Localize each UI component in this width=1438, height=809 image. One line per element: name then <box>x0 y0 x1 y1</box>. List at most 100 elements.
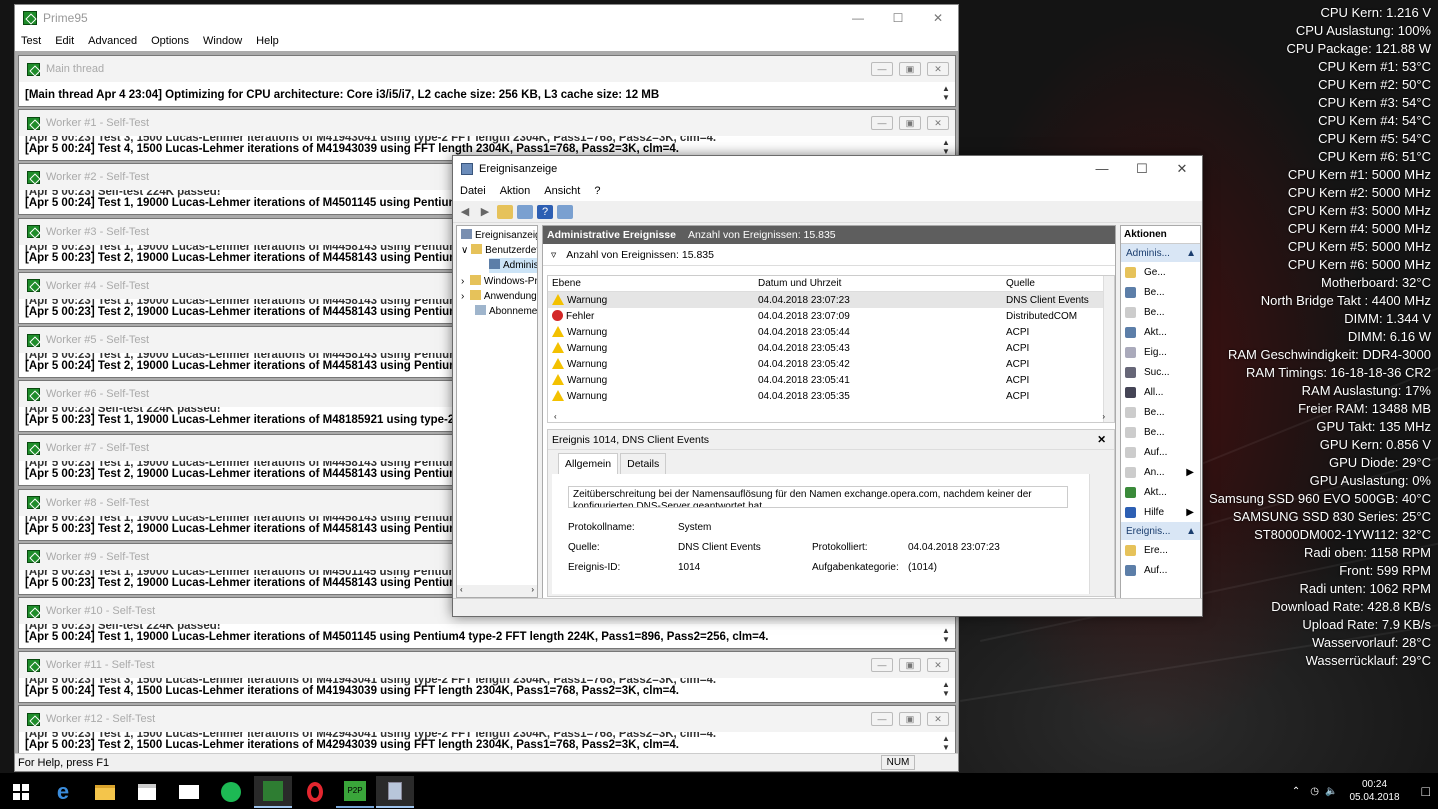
action-item[interactable]: An... ▶ <box>1121 462 1200 482</box>
event-row[interactable]: Warnung 04.04.2018 23:05:43 ACPI <box>548 340 1114 356</box>
worker-window[interactable]: Worker #1 - Self-Test — ▣ ✕ [Apr 5 00:23] Te… <box>18 109 956 162</box>
action-item[interactable]: Ge... <box>1121 262 1200 282</box>
file-explorer-icon[interactable] <box>86 776 124 808</box>
action-item[interactable]: Suc... <box>1121 362 1200 382</box>
action-item[interactable]: Hilfe ▶ <box>1121 502 1200 522</box>
log-scroll-arrows[interactable]: ▲▼ <box>941 138 951 156</box>
forward-icon[interactable]: ▶ <box>477 205 493 219</box>
event-row[interactable]: Warnung 04.04.2018 23:07:23 DNS Client Eve… <box>548 292 1114 308</box>
worker-titlebar[interactable]: Worker #12 - Self-Test — ▣ ✕ <box>19 706 955 733</box>
action-item[interactable]: Auf... <box>1121 560 1200 580</box>
grid-hscrollbar[interactable]: ‹ › <box>552 412 1107 422</box>
prime95-taskbar-icon[interactable] <box>254 776 292 808</box>
menu-help[interactable]: Help <box>256 35 279 47</box>
event-row[interactable]: Warnung 04.04.2018 23:05:44 ACPI <box>548 324 1114 340</box>
action-item[interactable]: Be... <box>1121 302 1200 322</box>
minimize-button[interactable]: — <box>1082 161 1122 177</box>
maximize-button[interactable]: ☐ <box>878 11 918 25</box>
menu-options[interactable]: Options <box>151 35 189 47</box>
menu-ansicht[interactable]: Ansicht <box>544 185 580 197</box>
event-row[interactable]: Warnung 04.04.2018 23:05:35 ACPI <box>548 388 1114 404</box>
log-scroll-arrows[interactable]: ▲▼ <box>941 626 951 644</box>
maximize-button[interactable]: ☐ <box>1122 161 1162 177</box>
detail-vscrollbar[interactable] <box>1089 474 1100 594</box>
actions-section-event[interactable]: Ereignis... ▲ <box>1121 522 1200 540</box>
col-level[interactable]: Ebene <box>548 278 758 289</box>
minimize-button[interactable]: — <box>871 658 893 673</box>
close-button[interactable]: ✕ <box>1162 161 1202 177</box>
tree-subscriptions[interactable]: Abonnements <box>475 304 537 319</box>
menu-datei[interactable]: Datei <box>460 185 486 197</box>
tree-hscrollbar[interactable]: ‹ › <box>457 585 537 597</box>
edge-icon[interactable]: e <box>44 776 82 808</box>
tree-root[interactable]: Ereignisanzeige (Lokal) <box>461 228 537 243</box>
action-item[interactable]: Auf... <box>1121 442 1200 462</box>
event-viewer-window[interactable]: Ereignisanzeige — ☐ ✕ Datei Aktion Ansic… <box>452 155 1203 617</box>
event-viewer-taskbar-icon[interactable] <box>376 776 414 808</box>
minimize-button[interactable]: — <box>871 116 893 131</box>
menu-test[interactable]: Test <box>21 35 41 47</box>
tab-details[interactable]: Details <box>620 453 667 474</box>
menu-window[interactable]: Window <box>203 35 242 47</box>
restore-button[interactable]: ▣ <box>899 116 921 131</box>
actions-section-admin[interactable]: Adminis... ▲ <box>1121 244 1200 262</box>
show-pane-icon[interactable] <box>557 204 573 219</box>
tree-admin-events[interactable]: Administrative Ereignisse <box>489 258 537 273</box>
event-row[interactable]: Warnung 04.04.2018 23:05:42 ACPI <box>548 356 1114 372</box>
event-viewer-titlebar[interactable]: Ereignisanzeige — ☐ ✕ <box>453 156 1202 181</box>
action-item[interactable]: All... <box>1121 382 1200 402</box>
menu-edit[interactable]: Edit <box>55 35 74 47</box>
store-icon[interactable] <box>128 776 166 808</box>
tree-custom-views[interactable]: ∨ Benutzerdefinierte Ansichten <box>461 243 537 258</box>
help-icon[interactable]: ? <box>537 204 553 219</box>
action-item[interactable]: Ere... <box>1121 540 1200 560</box>
event-message[interactable]: Zeitüberschreitung bei der Namensauflösu… <box>568 486 1068 508</box>
chevron-up-icon[interactable]: ⌃ <box>1292 786 1300 797</box>
p2p-icon[interactable]: P2P <box>336 776 374 808</box>
action-item[interactable]: Akt... <box>1121 322 1200 342</box>
restore-button[interactable]: ▣ <box>899 658 921 673</box>
menu-advanced[interactable]: Advanced <box>88 35 137 47</box>
worker-window[interactable]: Main thread — ▣ ✕ [Main thread Apr 4 23:04] … <box>18 55 956 107</box>
tree-app-logs[interactable]: › Anwendungs- und Dienstprotokolle <box>461 289 537 304</box>
action-item[interactable]: Be... <box>1121 422 1200 442</box>
console-tree-icon[interactable] <box>517 204 533 219</box>
prime95-titlebar[interactable]: Prime95 — ☐ ✕ <box>15 5 958 31</box>
worker-log[interactable]: [Main thread Apr 4 23:04] Optimizing for… <box>19 82 955 106</box>
event-row[interactable]: Fehler 04.04.2018 23:07:09 DistributedCOM <box>548 308 1114 324</box>
network-icon[interactable]: ◷ <box>1310 786 1319 797</box>
action-item[interactable]: Be... <box>1121 282 1200 302</box>
start-button[interactable] <box>2 776 40 808</box>
minimize-button[interactable]: — <box>838 11 878 25</box>
col-date[interactable]: Datum und Uhrzeit <box>758 278 1006 289</box>
action-item[interactable]: Akt... <box>1121 482 1200 502</box>
close-button[interactable]: ✕ <box>918 11 958 25</box>
clock[interactable]: 00:24 05.04.2018 <box>1349 778 1399 804</box>
log-scroll-arrows[interactable]: ▲▼ <box>941 734 951 752</box>
menu-help[interactable]: ? <box>594 185 600 197</box>
action-item[interactable]: Be... <box>1121 402 1200 422</box>
menu-aktion[interactable]: Aktion <box>500 185 531 197</box>
worker-titlebar[interactable]: Worker #11 - Self-Test — ▣ ✕ <box>19 652 955 679</box>
back-icon[interactable]: ◀ <box>457 205 473 219</box>
log-scroll-arrows[interactable]: ▲▼ <box>941 680 951 698</box>
worker-window[interactable]: Worker #11 - Self-Test — ▣ ✕ [Apr 5 00:23] T… <box>18 651 956 704</box>
close-button[interactable]: ✕ <box>927 62 949 76</box>
event-row[interactable]: Warnung 04.04.2018 23:05:41 ACPI <box>548 372 1114 388</box>
restore-button[interactable]: ▣ <box>899 62 921 76</box>
worker-window[interactable]: Worker #12 - Self-Test — ▣ ✕ [Apr 5 00:23] T… <box>18 705 956 758</box>
worker-log[interactable]: [Apr 5 00:23] Self-test 224K passed! [Apr… <box>19 624 955 648</box>
worker-titlebar[interactable]: Main thread — ▣ ✕ <box>19 56 955 82</box>
volume-icon[interactable]: 🔈 <box>1325 786 1337 797</box>
tab-allgemein[interactable]: Allgemein <box>558 453 619 474</box>
close-button[interactable]: ✕ <box>927 116 949 131</box>
action-item[interactable]: Eig... <box>1121 342 1200 362</box>
close-button[interactable]: ✕ <box>927 658 949 673</box>
event-grid[interactable]: Ebene Datum und Uhrzeit Quelle Warnung 04… <box>547 275 1115 423</box>
col-source[interactable]: Quelle <box>1006 278 1102 289</box>
minimize-button[interactable]: — <box>871 62 893 76</box>
folder-icon[interactable] <box>497 204 513 219</box>
notifications-icon[interactable]: □ <box>1422 783 1430 799</box>
minimize-button[interactable]: — <box>871 712 893 727</box>
close-button[interactable]: ✕ <box>927 712 949 727</box>
